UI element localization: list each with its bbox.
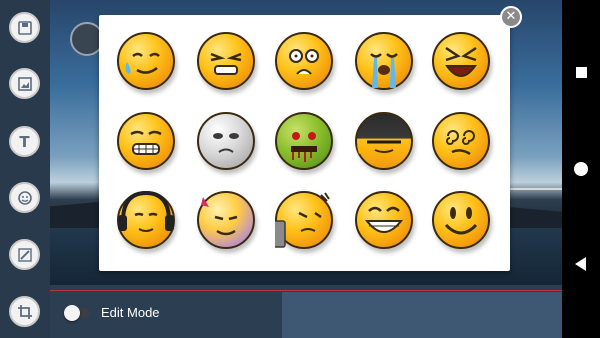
pencil-icon <box>17 247 32 262</box>
smile-emoji[interactable] <box>432 191 494 253</box>
tombstone-emoji[interactable] <box>275 191 337 253</box>
emoji-button[interactable] <box>9 182 40 213</box>
text-button[interactable]: T <box>9 126 40 157</box>
close-icon: ✕ <box>505 9 517 24</box>
emoji-picker-dialog <box>99 15 510 271</box>
text-icon: T <box>19 132 30 151</box>
crop-button[interactable] <box>9 296 40 327</box>
devil-emoji[interactable] <box>197 191 259 253</box>
dizzy-emoji[interactable] <box>432 112 494 174</box>
edit-mode-label: Edit Mode <box>101 305 160 320</box>
recent-apps-button[interactable] <box>576 67 587 78</box>
picture-icon <box>17 76 32 91</box>
edit-mode-toggle[interactable] <box>64 305 90 321</box>
tool-sidebar: T <box>0 0 50 338</box>
system-navigation-bar <box>562 0 600 338</box>
save-button[interactable] <box>9 12 40 43</box>
floppy-disk-icon <box>17 20 32 35</box>
skull-face-emoji[interactable] <box>197 112 259 174</box>
grin-squint-emoji[interactable] <box>197 32 259 94</box>
draw-button[interactable] <box>9 239 40 270</box>
zombie-emoji[interactable] <box>275 112 337 174</box>
bottom-panel <box>282 292 562 338</box>
headphones-emoji[interactable] <box>117 191 179 253</box>
big-grin-emoji[interactable] <box>355 191 417 253</box>
emoji-grid <box>109 27 503 267</box>
canvas-guide-line <box>50 290 562 291</box>
crop-icon <box>17 304 32 319</box>
home-button[interactable] <box>574 162 588 176</box>
image-button[interactable] <box>9 68 40 99</box>
grimace-emoji[interactable] <box>117 112 179 174</box>
photo-editor: T Edit Mode ✕ <box>0 0 562 338</box>
smiley-icon <box>17 190 32 205</box>
laughing-emoji[interactable] <box>432 32 494 94</box>
shocked-emoji[interactable] <box>275 32 337 94</box>
back-button[interactable] <box>575 257 586 271</box>
close-button[interactable]: ✕ <box>500 6 522 28</box>
crying-emoji[interactable] <box>355 32 417 94</box>
sweat-smile-emoji[interactable] <box>117 32 179 94</box>
helmet-emoji[interactable] <box>355 112 417 174</box>
